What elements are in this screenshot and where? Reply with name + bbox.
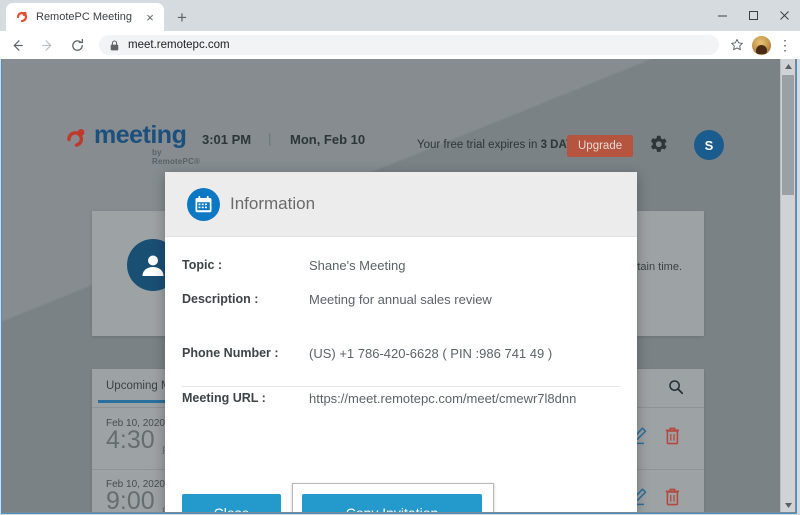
close-button[interactable]: Close — [182, 494, 281, 512]
field-value: https://meet.remotepc.com/meet/cmewr7l8d… — [309, 391, 577, 406]
browser-tab[interactable]: RemotePC Meeting × — [6, 3, 164, 31]
modal-body: Topic : Shane's Meeting Description : Me… — [165, 236, 637, 512]
new-tab-button[interactable]: + — [172, 7, 192, 27]
field-value: (US) +1 786-420-6628 ( PIN :986 741 49 ) — [309, 346, 553, 361]
browser-window: RemotePC Meeting × + meet.remotepc.com ⋮… — [0, 0, 800, 515]
scroll-down-arrow-icon[interactable] — [781, 498, 795, 512]
scroll-up-arrow-icon[interactable] — [781, 59, 795, 73]
logo-text: meeting — [94, 121, 187, 149]
field-label: Description : — [182, 292, 259, 306]
user-avatar-badge[interactable]: S — [694, 130, 724, 160]
reload-button[interactable] — [64, 32, 90, 58]
tab-close-icon[interactable]: × — [141, 8, 159, 26]
upgrade-button[interactable]: Upgrade — [567, 135, 634, 157]
forward-button[interactable] — [34, 32, 60, 58]
window-maximize-button[interactable] — [738, 0, 769, 31]
toolbar-right-actions: ⋮ — [725, 33, 797, 57]
header-separator: | — [268, 131, 272, 146]
address-bar[interactable]: meet.remotepc.com — [99, 35, 719, 55]
field-label: Meeting URL : — [182, 391, 266, 405]
field-value: Shane's Meeting — [309, 258, 406, 273]
trial-prefix: Your free trial expires in — [417, 139, 541, 151]
app-header — [2, 59, 783, 116]
search-icon[interactable] — [668, 379, 686, 397]
modal-divider — [182, 386, 620, 387]
card-note-text: rtain time. — [633, 261, 682, 273]
field-label: Topic : — [182, 258, 223, 272]
calendar-icon — [187, 188, 220, 221]
gear-icon[interactable] — [647, 133, 669, 155]
trial-notice: Your free trial expires in 3 DAYS — [417, 139, 581, 151]
window-minimize-button[interactable] — [707, 0, 738, 31]
browser-menu-icon[interactable]: ⋮ — [773, 33, 797, 57]
meeting-time: 9:00 — [106, 487, 155, 513]
modal-header: Information — [165, 172, 637, 237]
browser-tab-title: RemotePC Meeting — [36, 11, 132, 23]
field-label: Phone Number : — [182, 346, 279, 360]
address-bar-url: meet.remotepc.com — [128, 39, 230, 51]
web-page: meeting by RemotePC® 3:01 PM | Mon, Feb … — [2, 59, 783, 512]
browser-toolbar: meet.remotepc.com ⋮ — [0, 31, 800, 59]
meeting-logo[interactable]: meeting by RemotePC® — [64, 121, 200, 166]
bookmark-star-icon[interactable] — [725, 33, 749, 57]
browser-tabstrip: RemotePC Meeting × + — [0, 0, 800, 31]
trash-icon[interactable] — [665, 488, 682, 507]
profile-avatar[interactable] — [749, 33, 773, 57]
back-button[interactable] — [4, 32, 30, 58]
logo-subtitle: by RemotePC® — [152, 148, 201, 166]
page-scrollbar[interactable] — [780, 59, 795, 512]
trash-icon[interactable] — [665, 427, 682, 446]
information-modal: Information Topic : Shane's Meeting Desc… — [165, 172, 637, 512]
scrollbar-thumb[interactable] — [782, 75, 794, 195]
remotepc-logo-icon — [64, 126, 88, 153]
meeting-time: 4:30 — [106, 426, 155, 454]
header-date: Mon, Feb 10 — [290, 132, 366, 147]
page-viewport: meeting by RemotePC® 3:01 PM | Mon, Feb … — [1, 59, 797, 514]
copy-invitation-button[interactable]: Copy Invitation — [302, 494, 482, 512]
window-controls — [707, 0, 800, 31]
modal-title: Information — [230, 194, 316, 213]
remotepc-favicon-icon — [15, 10, 29, 24]
header-time: 3:01 PM — [202, 132, 252, 147]
window-close-button[interactable] — [769, 0, 800, 31]
field-value: Meeting for annual sales review — [309, 292, 492, 307]
lock-icon — [110, 39, 119, 51]
